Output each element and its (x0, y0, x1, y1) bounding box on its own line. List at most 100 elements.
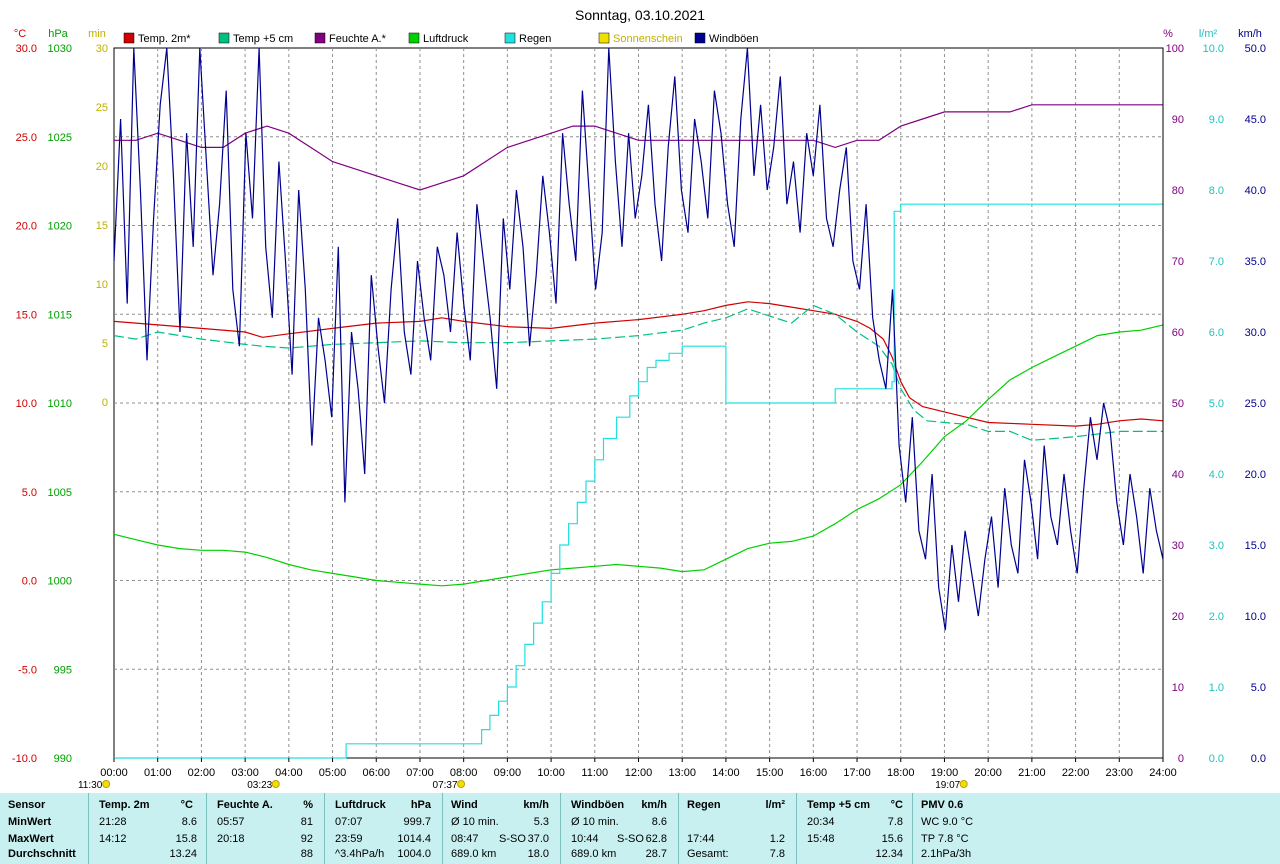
pressure-tick-label: 1025 (48, 132, 72, 144)
humidity-tick-label: 70 (1172, 256, 1184, 268)
rain-tick-label: 6.0 (1209, 327, 1224, 339)
x-tick-label: 19:00 (931, 767, 959, 779)
sun-markers: 11:30 03:23 07:37 19:07 (78, 780, 968, 791)
humidity-tick-label: 40 (1172, 469, 1184, 481)
stats-column-title: Temp. 2m (99, 799, 150, 811)
legend-swatch (123, 32, 135, 44)
x-tick-label: 02:00 (188, 767, 216, 779)
rain-tick-label: 2.0 (1209, 611, 1224, 623)
stats-min-time: Ø 10 min. (451, 816, 499, 828)
rain-tick-label: 10.0 (1203, 43, 1224, 55)
rain-tick-label: 1.0 (1209, 682, 1224, 694)
legend-swatch (504, 32, 516, 44)
axis-unit-label: hPa (48, 28, 68, 40)
stats-column: Temp +5 cm °C 20:34 7.8 15:48 15.6 12.34 (796, 793, 913, 864)
stats-column: Luftdruck hPa 07:07 999.7 23:59 1014.4 ^3.4hPa… (324, 793, 443, 864)
temp-tick-label: -10.0 (12, 753, 37, 765)
stats-max-value: 92 (300, 833, 313, 845)
rain-tick-label: 7.0 (1209, 256, 1224, 268)
stats-min-value: 5.3 (533, 816, 549, 828)
sun-tick-label: 20 (96, 161, 108, 173)
wind-tick-label: 5.0 (1251, 682, 1266, 694)
legend-swatch (694, 32, 706, 44)
weather-chart: Sonntag, 03.10.2021 Temp. 2m* Temp +5 cm F… (12, 7, 1266, 791)
chart-title: Sonntag, 03.10.2021 (575, 7, 705, 23)
x-tick-label: 05:00 (319, 767, 347, 779)
temp-tick-label: 15.0 (16, 309, 37, 321)
stats-avg-label: Gesamt: (687, 848, 729, 860)
stats-avg-value: 7.8 (769, 848, 785, 860)
stats-column-unit: hPa (410, 799, 431, 811)
x-tick-label: 15:00 (756, 767, 784, 779)
stats-min-time: Ø 10 min. (571, 816, 619, 828)
stats-column-title: Luftdruck (335, 799, 386, 811)
humidity-tick-label: 0 (1178, 753, 1184, 765)
sun-marker-label: 07:37 (433, 780, 458, 791)
stats-max-direction: S-SO (617, 833, 644, 845)
x-tick-label: 20:00 (974, 767, 1002, 779)
temp-tick-label: -5.0 (18, 664, 37, 676)
wind-tick-label: 15.0 (1245, 540, 1266, 552)
sun-icon (457, 780, 466, 788)
rain-tick-label: 4.0 (1209, 469, 1224, 481)
legend-swatch (408, 32, 420, 44)
stats-min-value: 8.6 (651, 816, 667, 828)
x-tick-label: 16:00 (800, 767, 828, 779)
stats-avg-value: 88 (300, 848, 313, 860)
stats-max-time: 15:48 (807, 833, 835, 845)
wind-tick-label: 0.0 (1251, 753, 1266, 765)
sun-marker-label: 03:23 (247, 780, 272, 791)
stats-avg-value: 18.0 (527, 848, 549, 860)
legend-label: Regen (519, 33, 551, 45)
stats-avg-value: 13.24 (169, 848, 197, 860)
axis-unit-label: °C (14, 28, 26, 40)
x-tick-label: 08:00 (450, 767, 478, 779)
row-label-min: MinWert (8, 816, 52, 828)
stats-max-time: 08:47 (451, 833, 479, 845)
x-tick-label: 00:00 (100, 767, 128, 779)
stats-column-title: Regen (687, 799, 721, 811)
stats-column-title: Feuchte A. (217, 799, 273, 811)
stats-avg-label: 689.0 km (451, 848, 497, 860)
wind-tick-label: 35.0 (1245, 256, 1266, 268)
axis-unit-label: l/m² (1199, 28, 1218, 40)
sun-tick-label: 15 (96, 220, 108, 232)
stats-column-unit: °C (180, 799, 193, 811)
x-tick-label: 18:00 (887, 767, 915, 779)
pressure-tick-label: 1005 (48, 487, 72, 499)
stats-min-time: 21:28 (99, 816, 127, 828)
pmv-tp: TP 7.8 °C (921, 833, 969, 845)
rain-tick-label: 0.0 (1209, 753, 1224, 765)
x-tick-label: 17:00 (843, 767, 871, 779)
humidity-tick-label: 30 (1172, 540, 1184, 552)
temp-tick-label: 10.0 (16, 398, 37, 410)
sun-tick-label: 25 (96, 102, 108, 114)
row-label-max: MaxWert (8, 833, 54, 845)
pmv-wc: WC 9.0 °C (921, 816, 974, 828)
stats-min-value: 81 (300, 816, 313, 828)
stats-avg-value: 1004.0 (397, 848, 431, 860)
humidity-tick-label: 90 (1172, 114, 1184, 126)
sun-marker-label: 11:30 (78, 780, 103, 791)
wind-tick-label: 20.0 (1245, 469, 1266, 481)
stats-max-value: 15.8 (175, 833, 197, 845)
stats-column-unit: l/m² (765, 799, 785, 811)
pmv-title: PMV 0.6 (921, 799, 964, 811)
legend-label: Temp. 2m* (138, 33, 191, 45)
x-tick-label: 14:00 (712, 767, 740, 779)
stats-max-value: 1014.4 (397, 833, 431, 845)
stats-column-title: Wind (451, 799, 478, 811)
x-tick-label: 06:00 (362, 767, 390, 779)
sun-tick-label: 0 (102, 397, 108, 409)
pmv-trend: 2.1hPa/3h (921, 848, 972, 860)
x-tick-label: 10:00 (537, 767, 565, 779)
x-tick-label: 01:00 (144, 767, 172, 779)
x-tick-label: 11:00 (581, 767, 608, 779)
x-tick-label: 04:00 (275, 767, 303, 779)
wind-tick-label: 45.0 (1245, 114, 1266, 126)
wind-tick-label: 30.0 (1245, 327, 1266, 339)
stats-avg-value: 12.34 (875, 848, 903, 860)
legend-swatch (218, 32, 230, 44)
pressure-tick-label: 1015 (48, 309, 72, 321)
x-tick-label: 09:00 (494, 767, 522, 779)
